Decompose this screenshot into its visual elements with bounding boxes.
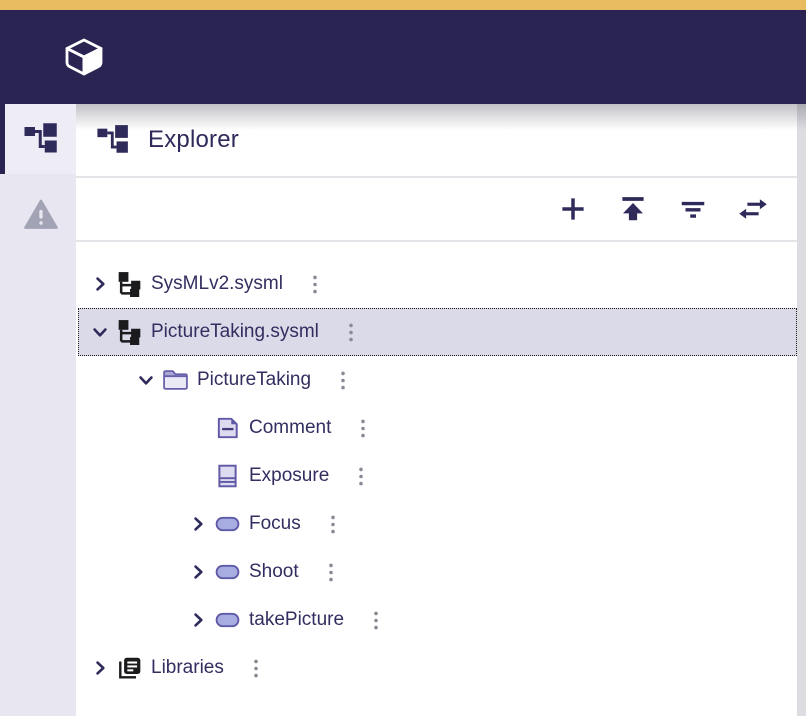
tree-item-label: Comment (249, 417, 331, 439)
chevron-right-icon[interactable] (90, 273, 110, 295)
tree-icon (96, 123, 130, 157)
kebab-menu-icon[interactable] (345, 322, 357, 343)
tree-item-label: Shoot (249, 561, 299, 583)
tree-row[interactable]: SysMLv2.sysml (78, 260, 797, 308)
cube-icon[interactable] (60, 33, 108, 81)
swap-button[interactable] (738, 194, 768, 224)
libraries-icon (116, 655, 143, 681)
action-icon (214, 511, 241, 537)
tree-row[interactable]: Shoot (78, 548, 797, 596)
tree-item-label: Focus (249, 513, 301, 535)
tree-row[interactable]: Focus (78, 500, 797, 548)
filter-button[interactable] (678, 194, 708, 224)
tree-item-label: SysMLv2.sysml (151, 273, 283, 295)
tree-item-label: takePicture (249, 609, 344, 631)
tree-item-label: Libraries (151, 657, 224, 679)
tree-row[interactable]: Comment (78, 404, 797, 452)
explorer-panel: Explorer SysMLv2.sysml PictureTaking.sysm… (76, 104, 806, 716)
tree-row[interactable]: PictureTaking.sysml (78, 308, 797, 356)
action-icon (214, 607, 241, 633)
kebab-menu-icon[interactable] (357, 418, 369, 439)
top-accent-bar (0, 0, 806, 10)
item-icon (214, 463, 241, 489)
activity-tab-problems[interactable] (0, 174, 76, 256)
add-button[interactable] (558, 194, 588, 224)
kebab-menu-icon[interactable] (355, 466, 367, 487)
panel-toolbar (76, 178, 806, 242)
tree-item-label: PictureTaking (197, 369, 311, 391)
chevron-down-icon[interactable] (90, 321, 110, 343)
kebab-menu-icon[interactable] (370, 610, 382, 631)
tree-row[interactable]: PictureTaking (78, 356, 797, 404)
model-file-icon (116, 271, 143, 297)
app-window: Explorer SysMLv2.sysml PictureTaking.sysm… (0, 0, 806, 716)
app-header (0, 10, 806, 104)
activity-tab-explorer[interactable] (0, 104, 76, 174)
activity-bar (0, 104, 76, 716)
chevron-down-icon[interactable] (136, 369, 156, 391)
panel-title: Explorer (148, 126, 239, 154)
comment-icon (214, 415, 241, 441)
tree-row[interactable]: takePicture (78, 596, 797, 644)
collapse-to-top-button[interactable] (618, 194, 648, 224)
scrollbar-gutter[interactable] (797, 104, 806, 716)
tree-item-label: PictureTaking.sysml (151, 321, 319, 343)
tree-row[interactable]: Libraries (78, 644, 797, 692)
chevron-right-icon[interactable] (90, 657, 110, 679)
tree-row[interactable]: Exposure (78, 452, 797, 500)
chevron-right-icon[interactable] (188, 513, 208, 535)
kebab-menu-icon[interactable] (327, 514, 339, 535)
kebab-menu-icon[interactable] (325, 562, 337, 583)
kebab-menu-icon[interactable] (309, 274, 321, 295)
chevron-right-icon[interactable] (188, 561, 208, 583)
app-body: Explorer SysMLv2.sysml PictureTaking.sysm… (0, 104, 806, 716)
tree-item-label: Exposure (249, 465, 329, 487)
kebab-menu-icon[interactable] (250, 658, 262, 679)
panel-header: Explorer (76, 104, 806, 178)
model-file-icon (116, 319, 143, 345)
kebab-menu-icon[interactable] (337, 370, 349, 391)
action-icon (214, 559, 241, 585)
folder-icon (162, 367, 189, 393)
chevron-right-icon[interactable] (188, 609, 208, 631)
tree: SysMLv2.sysml PictureTaking.sysml PictureT… (76, 242, 797, 716)
